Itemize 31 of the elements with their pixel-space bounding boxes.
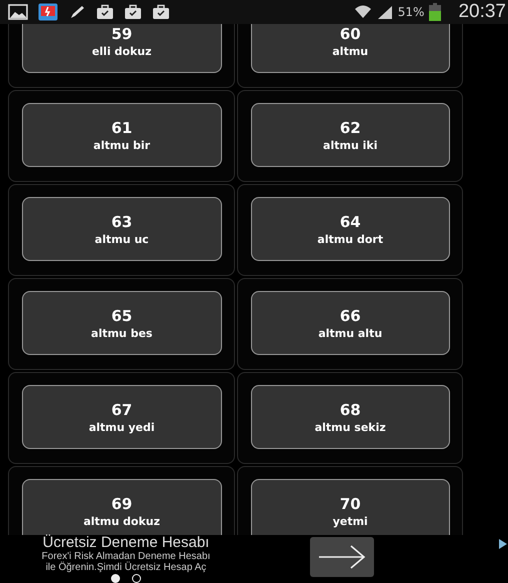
number-button[interactable]: 63 altmu uc bbox=[22, 197, 222, 261]
briefcase-icon bbox=[124, 4, 142, 20]
battery-icon bbox=[429, 3, 442, 21]
signal-icon bbox=[376, 5, 393, 19]
battery-percent: 51% bbox=[398, 5, 424, 19]
ad-title: Ücretsiz Deneme Hesabı bbox=[42, 535, 210, 551]
page-dot[interactable] bbox=[132, 574, 141, 583]
clock-time: 20:37 bbox=[458, 1, 506, 23]
ad-text: Forex'i Risk Almadan Deneme Hesabı bbox=[42, 551, 210, 562]
ad-choices-icon[interactable] bbox=[498, 538, 508, 550]
wifi-icon bbox=[354, 4, 372, 20]
briefcase-icon bbox=[152, 4, 170, 20]
pencil-icon bbox=[68, 4, 86, 20]
number-button[interactable]: 70 yetmi bbox=[250, 479, 450, 535]
ad-text: ile Öğrenin.Şimdi Ücretsiz Hesap Aç bbox=[46, 562, 206, 573]
number-button[interactable]: 60 altmu bbox=[250, 24, 450, 73]
image-icon bbox=[8, 4, 28, 20]
number-button[interactable]: 66 altmu altu bbox=[250, 291, 450, 355]
number-button[interactable]: 67 altmu yedi bbox=[22, 385, 222, 449]
number-button[interactable]: 64 altmu dort bbox=[250, 197, 450, 261]
briefcase-icon bbox=[96, 4, 114, 20]
number-button[interactable]: 69 altmu dokuz bbox=[22, 479, 222, 535]
app-icon bbox=[38, 3, 58, 21]
number-button[interactable]: 61 altmu bir bbox=[22, 103, 222, 167]
number-button[interactable]: 59 elli dokuz bbox=[22, 24, 222, 73]
number-button[interactable]: 68 altmu sekiz bbox=[250, 385, 450, 449]
arrow-icon bbox=[317, 544, 367, 570]
arrow-button[interactable] bbox=[310, 537, 374, 577]
number-button[interactable]: 62 altmu iki bbox=[250, 103, 450, 167]
number-button[interactable]: 65 altmu bes bbox=[22, 291, 222, 355]
page-dot[interactable] bbox=[111, 574, 120, 583]
